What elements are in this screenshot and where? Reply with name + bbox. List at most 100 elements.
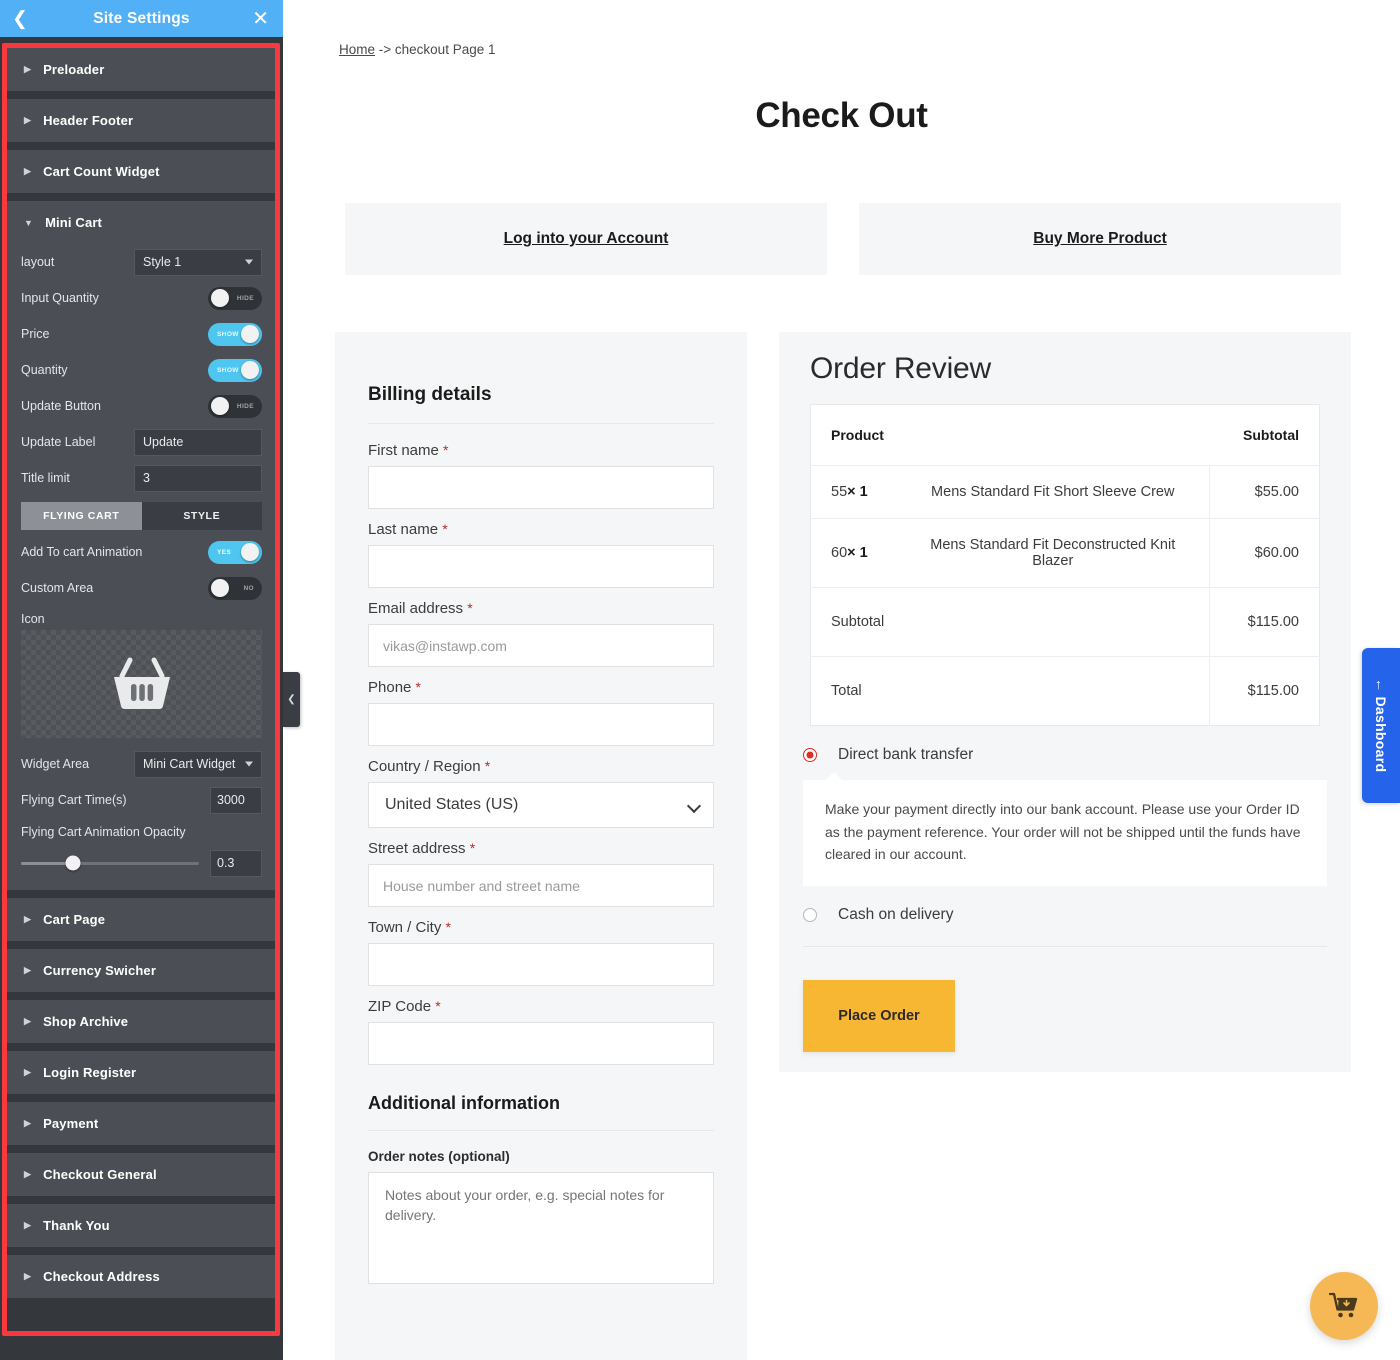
- phone-input[interactable]: [368, 703, 714, 746]
- update-button-toggle[interactable]: HIDE: [208, 394, 262, 418]
- widget-area-value: Mini Cart Widget: [143, 757, 236, 771]
- required-mark: *: [442, 521, 448, 537]
- buy-more-product-label: Buy More Product: [1033, 230, 1167, 247]
- payment-section: Direct bank transfer Make your payment d…: [779, 732, 1351, 1072]
- toggle-knob: [241, 361, 259, 379]
- custom-area-toggle[interactable]: NO: [208, 576, 262, 600]
- dashboard-tab[interactable]: ← Dashboard: [1362, 648, 1400, 803]
- subtotal-label: Subtotal: [810, 587, 1210, 657]
- cta-row: Log into your Account Buy More Product: [345, 203, 1341, 275]
- flying-cart-time-value: 3000: [217, 793, 245, 807]
- sidebar-item-cart-count-widget[interactable]: ▶ Cart Count Widget: [7, 150, 276, 193]
- phone-label: Phone *: [368, 679, 421, 696]
- chevron-right-icon: ▶: [24, 115, 32, 125]
- last-name-input[interactable]: [368, 545, 714, 588]
- login-account-button[interactable]: Log into your Account: [345, 203, 827, 275]
- accordion-label: Currency Swicher: [43, 963, 157, 978]
- last-name-field-group: Last name *: [368, 521, 714, 588]
- radio-icon[interactable]: [803, 908, 817, 923]
- sidebar-item-cart-page[interactable]: ▶ Cart Page: [7, 898, 276, 941]
- first-name-input[interactable]: [368, 466, 714, 509]
- sidebar-item-header-footer[interactable]: ▶ Header Footer: [7, 99, 276, 142]
- price-row: Price SHOW: [21, 316, 262, 352]
- checkout-page: Home -> checkout Page 1 Check Out Log in…: [283, 0, 1400, 1360]
- icon-field-label: Icon: [21, 612, 45, 626]
- widget-area-row: Widget Area Mini Cart Widget: [21, 746, 262, 782]
- chevron-right-icon: ▶: [24, 1271, 32, 1281]
- sidebar-item-payment[interactable]: ▶ Payment: [7, 1102, 276, 1145]
- sidebar-item-login-register[interactable]: ▶ Login Register: [7, 1051, 276, 1094]
- sidebar-item-thank-you[interactable]: ▶ Thank You: [7, 1204, 276, 1247]
- radio-icon[interactable]: [803, 748, 817, 762]
- chevron-right-icon: ▶: [24, 914, 32, 924]
- country-select[interactable]: United States (US): [368, 782, 714, 828]
- toggle-knob: [211, 289, 229, 307]
- zip-input[interactable]: [368, 1022, 714, 1065]
- opacity-slider[interactable]: [21, 855, 199, 871]
- add-to-cart-animation-label: Add To cart Animation: [21, 545, 143, 559]
- street-label: Street address *: [368, 840, 476, 857]
- sidebar-item-shop-archive[interactable]: ▶ Shop Archive: [7, 1000, 276, 1043]
- update-label-label: Update Label: [21, 435, 96, 449]
- sidebar-title: Site Settings: [93, 9, 190, 27]
- title-limit-row: Title limit 3: [21, 460, 262, 496]
- flying-cart-opacity-input[interactable]: 0.3: [210, 849, 262, 877]
- item-name: Mens Standard Fit Deconstructed Knit Bla…: [896, 518, 1210, 588]
- street-input[interactable]: [368, 864, 714, 907]
- sidebar-item-currency-swicher[interactable]: ▶ Currency Swicher: [7, 949, 276, 992]
- update-label-input[interactable]: Update: [134, 428, 262, 456]
- required-mark: *: [484, 758, 491, 774]
- floating-cart-button[interactable]: [1310, 1272, 1378, 1340]
- order-notes-textarea[interactable]: [368, 1172, 714, 1284]
- town-field-group: Town / City *: [368, 919, 714, 986]
- slider-thumb[interactable]: [65, 855, 81, 871]
- order-table-head: Product Subtotal: [810, 404, 1320, 466]
- add-to-cart-animation-toggle[interactable]: YES: [208, 540, 262, 564]
- sidebar-item-checkout-general[interactable]: ▶ Checkout General: [7, 1153, 276, 1196]
- sidebar-item-mini-cart[interactable]: ▼ Mini Cart: [7, 201, 276, 244]
- sidebar-item-preloader[interactable]: ▶ Preloader: [7, 48, 276, 91]
- flying-cart-time-label: Flying Cart Time(s): [21, 793, 127, 807]
- billing-details-section: Billing details First name * Last name *…: [335, 332, 747, 1360]
- layout-row: layout Style 1: [21, 244, 262, 280]
- total-row: Total $115.00: [811, 656, 1320, 726]
- close-icon[interactable]: ✕: [252, 9, 269, 29]
- login-account-label: Log into your Account: [503, 230, 669, 247]
- tab-flying-cart[interactable]: FLYING CART: [21, 502, 142, 530]
- sidebar-item-checkout-address[interactable]: ▶ Checkout Address: [7, 1255, 276, 1298]
- town-input[interactable]: [368, 943, 714, 986]
- email-input[interactable]: [368, 624, 714, 667]
- divider: [803, 946, 1327, 948]
- total-amount: $115.00: [1209, 656, 1320, 726]
- chevron-down-icon: ▼: [24, 217, 34, 228]
- input-quantity-row: Input Quantity HIDE: [21, 280, 262, 316]
- place-order-button[interactable]: Place Order: [803, 980, 955, 1053]
- page-title: Check Out: [755, 96, 928, 135]
- icon-preview[interactable]: [21, 630, 262, 738]
- input-quantity-label: Input Quantity: [21, 291, 99, 305]
- widget-area-select[interactable]: Mini Cart Widget: [134, 750, 262, 778]
- layout-select[interactable]: Style 1: [134, 248, 262, 276]
- toggle-knob: [211, 579, 229, 597]
- input-quantity-toggle[interactable]: HIDE: [208, 286, 262, 310]
- first-name-label: First name *: [368, 442, 449, 459]
- payment-option-cash-on-delivery[interactable]: Cash on delivery: [803, 892, 1327, 938]
- price-toggle[interactable]: SHOW: [208, 322, 262, 346]
- toggle-state: YES: [217, 548, 232, 556]
- dashboard-tab-label: ← Dashboard: [1373, 678, 1389, 773]
- tab-style[interactable]: STYLE: [141, 502, 262, 530]
- quantity-toggle[interactable]: SHOW: [208, 358, 262, 382]
- title-limit-input[interactable]: 3: [134, 464, 262, 492]
- chevron-down-icon: [245, 259, 253, 265]
- breadcrumb-home-link[interactable]: Home: [339, 42, 375, 57]
- payment-option-direct-bank-transfer[interactable]: Direct bank transfer: [803, 732, 1327, 778]
- buy-more-product-button[interactable]: Buy More Product: [859, 203, 1341, 275]
- flying-cart-time-input[interactable]: 3000: [210, 786, 262, 814]
- widget-area-label: Widget Area: [21, 757, 90, 771]
- breadcrumb-separator: ->: [375, 42, 395, 57]
- accordion-label: Preloader: [43, 62, 105, 77]
- sidebar-scroll-area[interactable]: ▶ Preloader ▶ Header Footer ▶ Cart Count…: [7, 48, 276, 1331]
- panel-collapse-handle[interactable]: ❮: [283, 672, 300, 727]
- back-icon[interactable]: ❮: [12, 9, 28, 28]
- chevron-right-icon: ▶: [24, 1220, 32, 1230]
